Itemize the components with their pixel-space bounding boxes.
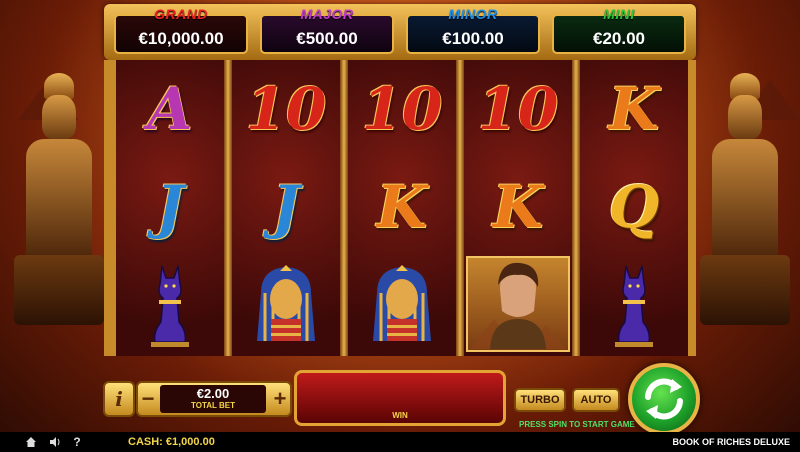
symbol-10: 10 xyxy=(245,75,327,143)
symbol-q: Q xyxy=(608,173,660,241)
bet-display: €2.00 TOTAL BET xyxy=(160,385,266,413)
symbol-k: K xyxy=(608,75,660,143)
win-label: WIN xyxy=(392,411,408,420)
reel-cell xyxy=(116,256,224,354)
jackpot-label: GRAND xyxy=(154,6,208,22)
bet-increase-button[interactable]: + xyxy=(270,383,290,415)
symbol-j: J xyxy=(156,173,184,241)
jackpot-value: €10,000.00 xyxy=(138,29,224,48)
jackpot-mini: MINI €20.00 xyxy=(552,6,686,54)
jackpot-grand: GRAND €10,000.00 xyxy=(114,6,248,54)
footer-bar: ? CASH: €1,000.00 BOOK OF RICHES DELUXE xyxy=(0,432,800,452)
help-icon[interactable]: ? xyxy=(70,435,84,449)
pharaoh-mask-icon xyxy=(257,265,315,341)
win-display: WIN xyxy=(294,370,506,426)
bet-label: TOTAL BET xyxy=(191,401,235,410)
statue-left xyxy=(14,73,104,325)
bet-decrease-button[interactable]: − xyxy=(138,383,158,415)
jackpot-value: €20.00 xyxy=(593,29,645,48)
reel-cell xyxy=(580,256,688,354)
reel-cell: 10 xyxy=(464,60,572,158)
jackpot-value: €100.00 xyxy=(442,29,504,48)
reel-separator xyxy=(340,60,348,356)
reel-grid: A J 10 J 10 K 10 K K Q xyxy=(104,60,696,356)
reel-cell: K xyxy=(464,158,572,256)
jackpot-bar: GRAND €10,000.00 MAJOR €500.00 MINOR €10… xyxy=(104,4,696,60)
reel-5: K Q xyxy=(580,60,688,356)
reel-1: A J xyxy=(116,60,224,356)
reel-cell xyxy=(466,256,570,352)
spin-button[interactable] xyxy=(628,363,700,435)
bet-value: €2.00 xyxy=(196,386,230,401)
reel-separator xyxy=(224,60,232,356)
reel-separator xyxy=(572,60,580,356)
jackpot-value: €500.00 xyxy=(296,29,358,48)
jackpot-label: MAJOR xyxy=(300,6,354,22)
reel-cell: A xyxy=(116,60,224,158)
reel-3: 10 K xyxy=(348,60,456,356)
sound-icon[interactable] xyxy=(48,435,62,449)
turbo-button[interactable]: TURBO xyxy=(514,388,566,412)
spin-arrows-icon xyxy=(645,378,683,420)
reel-4: 10 K xyxy=(464,60,572,356)
bet-panel: − €2.00 TOTAL BET + xyxy=(136,381,292,417)
bastet-cat-icon xyxy=(151,265,189,347)
reel-cell xyxy=(232,256,340,354)
reel-cell: Q xyxy=(580,158,688,256)
reel-separator xyxy=(456,60,464,356)
symbol-k: K xyxy=(376,173,428,241)
info-button[interactable]: i xyxy=(103,381,135,417)
info-icon: i xyxy=(115,387,123,411)
reel-2: 10 J xyxy=(232,60,340,356)
home-icon[interactable] xyxy=(24,435,38,449)
statue-right xyxy=(700,73,790,325)
auto-button[interactable]: AUTO xyxy=(572,388,620,412)
bastet-cat-icon xyxy=(615,265,653,347)
game-title: BOOK OF RICHES DELUXE xyxy=(672,437,790,447)
symbol-10: 10 xyxy=(361,75,443,143)
reel-cell xyxy=(348,256,456,354)
jackpot-minor: MINOR €100.00 xyxy=(406,6,540,54)
jackpot-label: MINOR xyxy=(448,6,498,22)
symbol-a: A xyxy=(147,75,193,143)
pharaoh-mask-icon xyxy=(373,265,431,341)
jackpot-label: MINI xyxy=(603,6,635,22)
reel-cell: J xyxy=(232,158,340,256)
explorer-icon xyxy=(470,262,566,349)
reel-cell: J xyxy=(116,158,224,256)
reel-cell: K xyxy=(580,60,688,158)
reel-cell: K xyxy=(348,158,456,256)
reel-cell: 10 xyxy=(348,60,456,158)
hint-text: PRESS SPIN TO START GAME xyxy=(519,420,635,429)
jackpot-major: MAJOR €500.00 xyxy=(260,6,394,54)
reel-cell: 10 xyxy=(232,60,340,158)
symbol-j: J xyxy=(272,173,300,241)
cash-balance: CASH: €1,000.00 xyxy=(128,436,215,448)
symbol-10: 10 xyxy=(477,75,559,143)
symbol-k: K xyxy=(492,173,544,241)
